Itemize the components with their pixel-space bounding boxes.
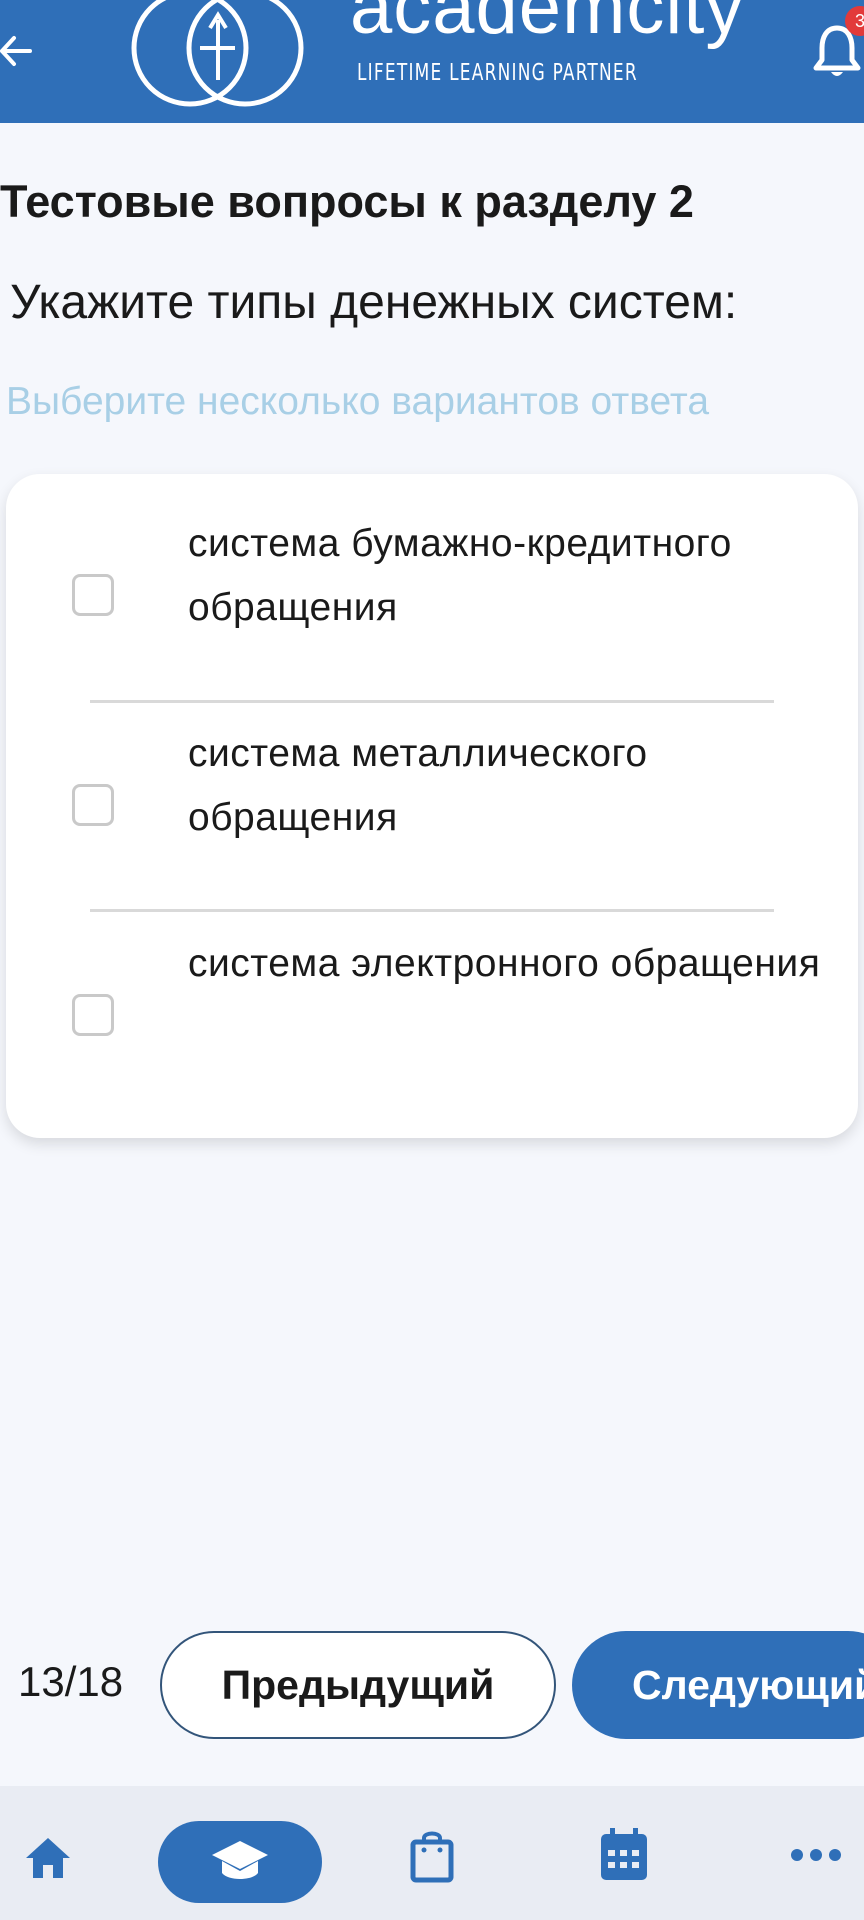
nav-item-learning[interactable] — [158, 1821, 322, 1903]
brand-tagline: LIFETIME LEARNING PARTNER — [357, 60, 638, 86]
answer-hint: Выберите несколько вариантов ответа — [6, 380, 710, 423]
option-checkbox[interactable] — [72, 994, 114, 1036]
shopping-bag-icon[interactable] — [408, 1828, 456, 1884]
option-checkbox[interactable] — [72, 784, 114, 826]
option-label: система бумажно-кредитного обращения — [188, 522, 732, 629]
question-progress: 13/18 — [18, 1658, 124, 1705]
graduation-cap-icon — [212, 1841, 268, 1879]
options-card: система бумажно-кредитного обращения сис… — [6, 474, 858, 1138]
home-icon[interactable] — [22, 1834, 74, 1882]
brand-name: academcity — [350, 0, 745, 50]
option-label: система электронного обращения — [188, 942, 821, 985]
answer-option[interactable]: система бумажно-кредитного обращения — [6, 474, 858, 682]
back-arrow-icon[interactable] — [0, 26, 40, 76]
answer-option[interactable]: система металлического обращения — [6, 684, 858, 892]
app-header: academcity LIFETIME LEARNING PARTNER 3 — [0, 0, 864, 123]
calendar-icon[interactable] — [598, 1826, 650, 1884]
next-button[interactable]: Следующий — [572, 1631, 864, 1739]
section-title: Тестовые вопросы к разделу 2 — [0, 176, 694, 227]
answer-option[interactable]: система электронного обращения — [6, 894, 858, 1102]
option-checkbox[interactable] — [72, 574, 114, 616]
logo-icon — [131, 0, 304, 107]
previous-button[interactable]: Предыдущий — [160, 1631, 556, 1739]
more-icon[interactable] — [790, 1848, 842, 1862]
bottom-navigation — [0, 1786, 864, 1920]
question-text: Укажите типы денежных систем: — [10, 276, 738, 329]
option-label: система металлического обращения — [188, 732, 648, 839]
